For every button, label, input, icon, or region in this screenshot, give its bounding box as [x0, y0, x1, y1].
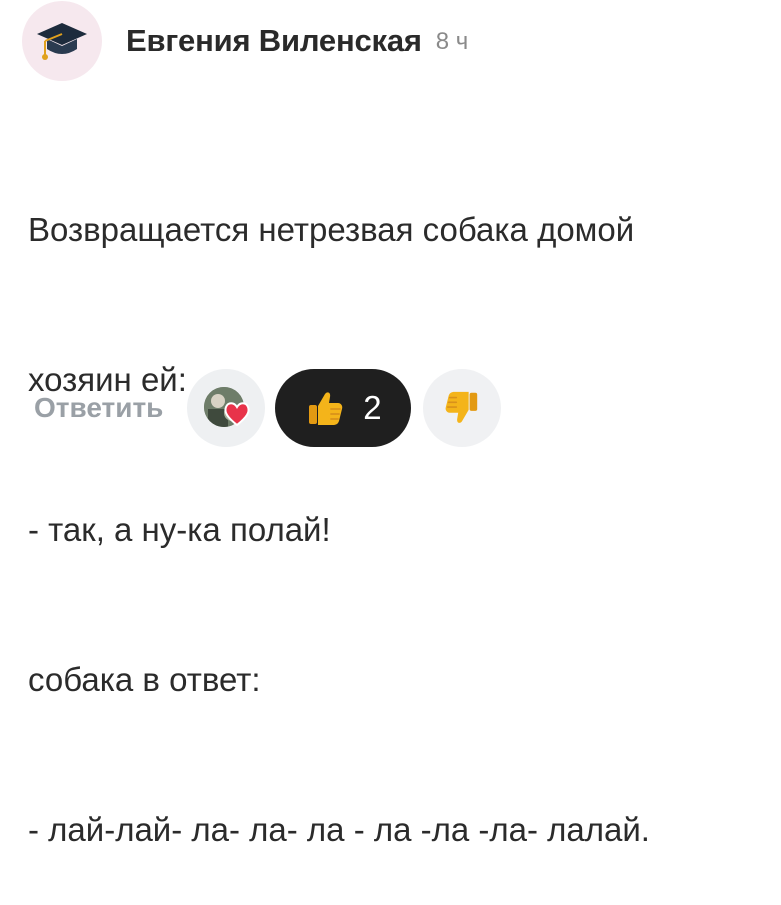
post-timestamp: 8 ч [435, 28, 469, 55]
reply-button[interactable]: Ответить [34, 392, 163, 424]
reactors-button[interactable] [187, 369, 266, 447]
graduation-cap-icon [37, 23, 87, 60]
thumbs-up-icon [309, 392, 343, 425]
thumbs-down-icon [445, 391, 478, 423]
post-line: собака в ответ: [28, 661, 261, 698]
dislike-button[interactable] [423, 369, 502, 447]
post-text: Возвращается нетрезвая собака домой хозя… [28, 105, 768, 905]
author-name[interactable]: Евгения Виленская [126, 23, 422, 59]
post-line: - лай-лай- ла- ла- ла - ла -ла -ла- лала… [28, 811, 650, 848]
post-line: Возвращается нетрезвая собака домой [28, 211, 635, 248]
like-count: 2 [363, 389, 382, 426]
author-avatar[interactable] [22, 1, 102, 81]
heart-icon [224, 402, 250, 427]
post-line: - так, а ну-ка полай! [28, 511, 331, 548]
post-header: Евгения Виленская 8 ч [22, 0, 468, 82]
post-actions: Ответить 2 [34, 365, 502, 451]
like-button[interactable]: 2 [275, 369, 412, 447]
